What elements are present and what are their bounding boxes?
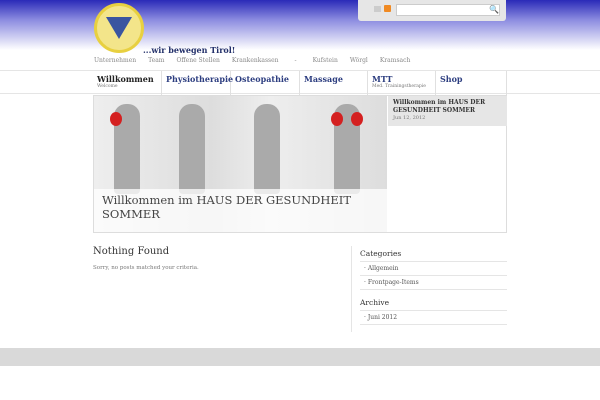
archive-widget: Archive · Juni 2012 bbox=[360, 298, 507, 325]
nav-label: Physiotherapie bbox=[166, 74, 234, 84]
top-nav-separator: - bbox=[294, 57, 297, 64]
rss-icon[interactable] bbox=[384, 5, 391, 12]
logo[interactable] bbox=[94, 3, 144, 53]
category-link[interactable]: · Allgemein bbox=[360, 262, 507, 276]
nav-label: Willkommen bbox=[97, 74, 154, 84]
widget-title: Categories bbox=[360, 249, 507, 262]
not-found-text: Sorry, no posts matched your criteria. bbox=[93, 265, 199, 271]
header-background bbox=[0, 0, 600, 50]
top-nav: Unternehmen Team Offene Stellen Krankenk… bbox=[94, 57, 422, 64]
nav-sub: Welcome bbox=[97, 84, 118, 89]
search-input[interactable] bbox=[396, 4, 500, 16]
nav-physiotherapie[interactable]: Physiotherapie bbox=[162, 71, 234, 95]
nav-label: Osteopathie bbox=[235, 74, 290, 84]
featured-slider: Willkommen im HAUS DER GESUNDHEIT SOMMER… bbox=[93, 95, 507, 233]
email-icon[interactable] bbox=[374, 6, 381, 12]
top-nav-item[interactable]: Krankenkassen bbox=[232, 57, 279, 64]
top-nav-item[interactable]: Offene Stellen bbox=[177, 57, 220, 64]
nav-sub: Med. Trainingstherapie bbox=[372, 84, 426, 89]
slide-nav-item[interactable]: Willkommen im HAUS DER GESUNDHEIT SOMMER… bbox=[388, 96, 507, 126]
main-nav: Willkommen Welcome Physiotherapie Osteopa… bbox=[0, 70, 600, 95]
nav-label: Massage bbox=[304, 74, 343, 84]
categories-widget: Categories · Allgemein · Frontpage-Items bbox=[360, 249, 507, 290]
slide-nav-date: Jun 12, 2012 bbox=[393, 115, 426, 121]
nav-willkommen[interactable]: Willkommen Welcome bbox=[93, 71, 162, 95]
footer bbox=[0, 348, 600, 366]
top-nav-item[interactable]: Wörgl bbox=[350, 57, 368, 64]
nav-osteopathie[interactable]: Osteopathie bbox=[231, 71, 300, 95]
slide-caption[interactable]: Willkommen im HAUS DER GESUNDHEIT SOMMER bbox=[94, 189, 387, 232]
archive-link[interactable]: · Juni 2012 bbox=[360, 311, 507, 325]
search-icon[interactable]: 🔍 bbox=[489, 5, 499, 14]
slogan: ...wir bewegen Tirol! bbox=[143, 45, 236, 55]
slide-nav-title: Willkommen im HAUS DER GESUNDHEIT SOMMER bbox=[393, 99, 486, 114]
search-bar: 🔍 bbox=[358, 0, 506, 21]
nav-massage[interactable]: Massage bbox=[300, 71, 368, 95]
divider bbox=[351, 246, 352, 332]
nav-label: MTT bbox=[372, 74, 393, 84]
widget-title: Archive bbox=[360, 298, 507, 311]
nav-shop[interactable]: Shop bbox=[436, 71, 507, 95]
top-nav-item[interactable]: Kramsach bbox=[380, 57, 411, 64]
top-nav-item[interactable]: Team bbox=[148, 57, 164, 64]
category-link[interactable]: · Frontpage-Items bbox=[360, 276, 507, 290]
nav-mtt[interactable]: MTT Med. Trainingstherapie bbox=[368, 71, 436, 95]
top-nav-item[interactable]: Kufstein bbox=[313, 57, 338, 64]
top-nav-item[interactable]: Unternehmen bbox=[94, 57, 136, 64]
nav-label: Shop bbox=[440, 74, 463, 84]
page-title: Nothing Found bbox=[93, 246, 170, 257]
